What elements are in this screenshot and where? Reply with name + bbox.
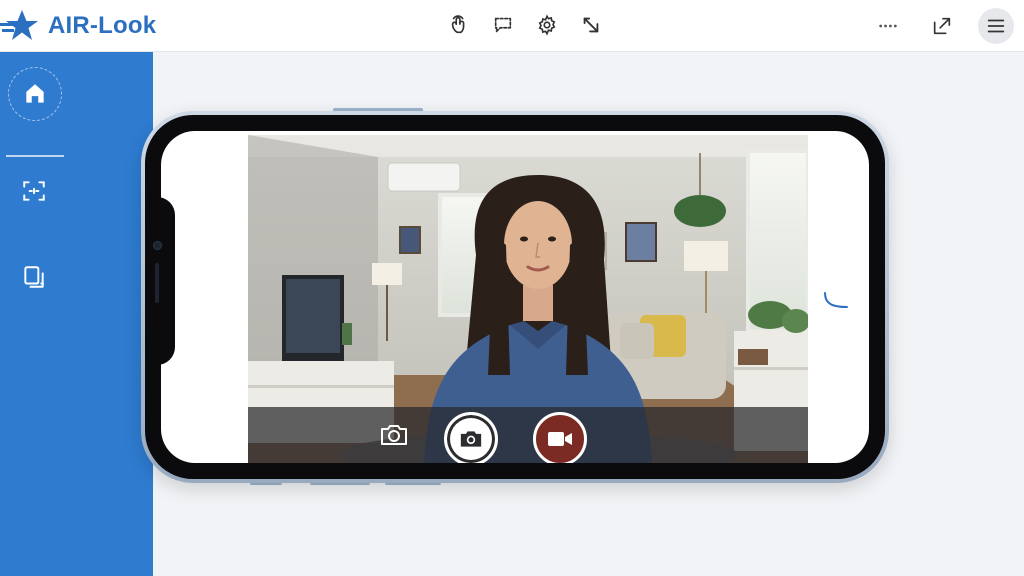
camera-controls-bar xyxy=(248,407,808,463)
camera-switch-button[interactable] xyxy=(376,419,412,451)
chat-icon xyxy=(494,17,512,33)
sidebar-item-home[interactable] xyxy=(8,67,62,121)
front-camera xyxy=(153,241,162,250)
record-video-icon xyxy=(548,432,572,446)
camera-preview[interactable] xyxy=(248,135,808,463)
screen-capture-icon xyxy=(23,181,45,201)
sidebar-divider xyxy=(6,155,64,157)
camera-icon xyxy=(381,425,407,445)
sidebar-item-multi-screen[interactable] xyxy=(14,257,54,297)
phone-bezel xyxy=(145,115,885,479)
left-sidebar xyxy=(0,52,153,576)
header-toolbar xyxy=(444,10,606,40)
chat-button[interactable] xyxy=(488,10,518,40)
header-right-actions xyxy=(870,8,1014,44)
hamburger-menu-icon xyxy=(987,19,1005,33)
rotate-corner-icon xyxy=(824,292,848,308)
phone-screen xyxy=(161,131,869,463)
phone-speaker xyxy=(155,263,159,303)
multi-screen-icon xyxy=(24,266,44,288)
more-dots-icon xyxy=(879,24,897,28)
settings-gear-icon xyxy=(538,14,556,36)
take-photo-icon xyxy=(460,431,482,447)
pointer-arrow-icon xyxy=(583,17,599,33)
top-header: AIR-Look xyxy=(0,0,1024,52)
phone-frame xyxy=(141,111,889,483)
record-video-button[interactable] xyxy=(533,412,587,463)
settings-button[interactable] xyxy=(532,10,562,40)
pointer-button[interactable] xyxy=(576,10,606,40)
star-logo-icon xyxy=(0,10,38,40)
external-link-icon xyxy=(933,17,951,35)
more-button[interactable] xyxy=(870,8,906,44)
brand[interactable]: AIR-Look xyxy=(0,8,156,44)
main-menu-button[interactable] xyxy=(978,8,1014,44)
touch-button[interactable] xyxy=(444,10,474,40)
take-photo-button[interactable] xyxy=(444,412,498,463)
open-external-button[interactable] xyxy=(924,8,960,44)
touch-icon xyxy=(451,15,465,34)
home-icon xyxy=(26,84,44,103)
sidebar-item-screen-capture[interactable] xyxy=(14,171,54,211)
phone-notch xyxy=(145,197,175,365)
app-title: AIR-Look xyxy=(48,12,157,39)
